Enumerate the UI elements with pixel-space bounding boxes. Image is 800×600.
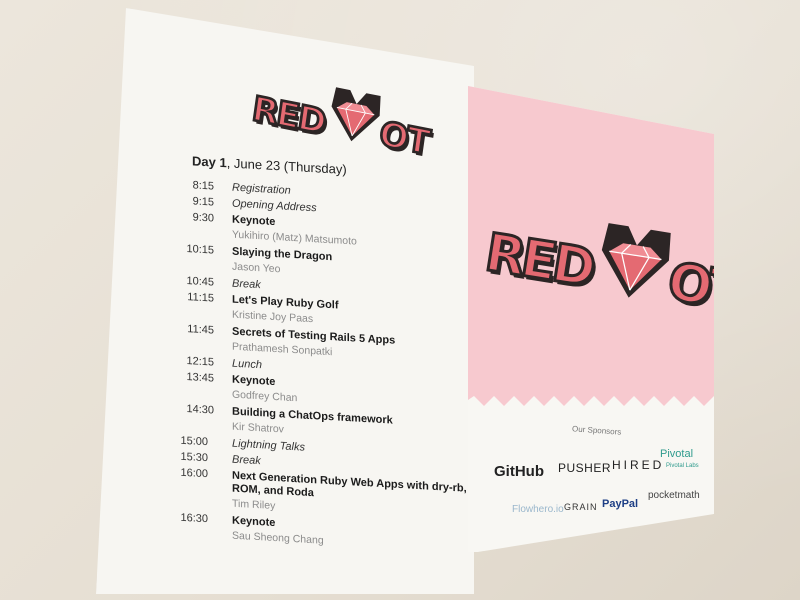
session-time: 12:15 — [186, 355, 214, 369]
ruby-gem-icon — [323, 84, 386, 152]
session-title: Keynote — [232, 373, 276, 389]
session-time: 11:45 — [187, 323, 214, 337]
session-speaker: Kristine Joy Paas — [232, 308, 314, 326]
session-time: 13:45 — [186, 371, 214, 385]
session-title: Keynote — [232, 213, 276, 229]
session-title: Break — [232, 277, 261, 292]
reddot-logo: R E D O T — [248, 70, 435, 164]
session-time: 15:30 — [180, 450, 208, 465]
session-title: Keynote — [232, 514, 276, 530]
session-title: Opening Address — [232, 197, 317, 215]
session-speaker: Godfrey Chan — [232, 388, 298, 405]
zigzag-edge — [468, 386, 714, 406]
session-speaker: Yukihiro (Matz) Matsumoto — [232, 228, 357, 248]
ruby-gem-icon — [589, 219, 679, 311]
pivotal-logo: Pivotal — [660, 448, 694, 460]
pusher-logo: PUSHER — [558, 461, 612, 475]
session-time: 14:30 — [186, 403, 214, 417]
hired-logo: HIRED — [612, 458, 665, 472]
session-title: Lightning Talks — [232, 437, 305, 454]
logo-letter: T — [403, 118, 434, 164]
session-title: Break — [232, 453, 261, 468]
pocketmath-logo: pocketmath — [648, 490, 700, 501]
session-time: 15:00 — [180, 434, 208, 449]
session-speaker: Kir Shatrov — [232, 420, 284, 436]
session-speaker: Prathamesh Sonpatki — [232, 340, 333, 359]
day-date: , June 23 (Thursday) — [226, 155, 347, 178]
github-logo: GitHub — [494, 463, 544, 480]
session-time: 10:45 — [186, 275, 214, 289]
day-heading: Day 1, June 23 (Thursday) — [192, 153, 347, 177]
sponsor-poster: R E D O T Our Sponsors GitHub PUSHER HIR… — [468, 86, 714, 552]
session-speaker: Sau Sheong Chang — [232, 529, 324, 547]
session-speaker: Jason Yeo — [232, 260, 281, 276]
flowhero-logo: Flowhero.io — [512, 504, 564, 515]
sponsors-heading: Our Sponsors — [571, 424, 622, 437]
schedule-list: 8:15 Registration 9:15 Opening Address 9:30 K… — [96, 174, 474, 546]
session-title: Lunch — [232, 357, 262, 372]
session-title: Registration — [232, 181, 291, 197]
session-time: 16:00 — [180, 466, 208, 481]
session-speaker: Tim Riley — [232, 497, 276, 513]
pivotal-labs-logo: Pivotal Labs — [666, 463, 699, 469]
session-time: 11:15 — [187, 291, 214, 305]
session-time: 16:30 — [180, 511, 208, 526]
day-label: Day 1 — [192, 153, 227, 171]
schedule-poster: R E D O T Day 1, June 23 (Thursday) 8:15… — [96, 8, 474, 594]
grain-logo: GRAIN — [564, 502, 598, 512]
paypal-logo: PayPal — [602, 498, 639, 510]
